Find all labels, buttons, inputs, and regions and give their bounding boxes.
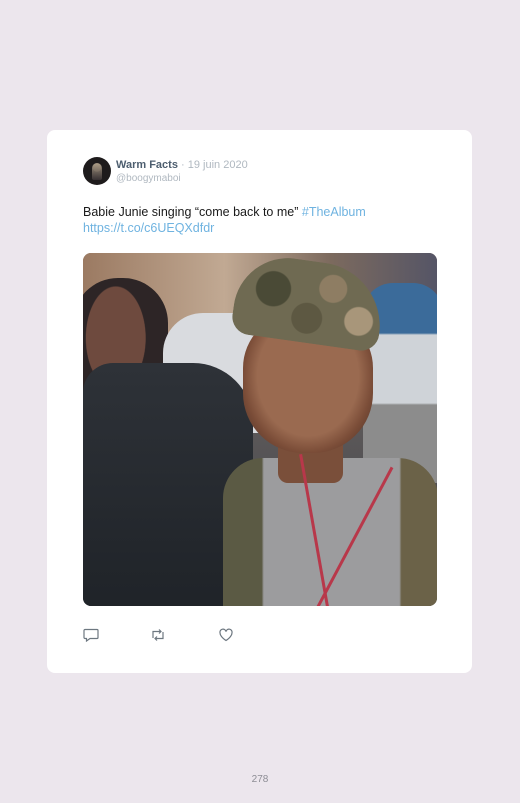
tweet-header: Warm Facts · 19 juin 2020 bbox=[116, 159, 248, 171]
tweet-date[interactable]: 19 juin 2020 bbox=[188, 159, 248, 171]
retweet-icon[interactable] bbox=[150, 628, 166, 642]
comment-icon[interactable] bbox=[83, 628, 99, 642]
tweet-link[interactable]: https://t.co/c6UEQXdfdr bbox=[83, 221, 214, 235]
separator: · bbox=[181, 159, 185, 171]
tweet-body: Babie Junie singing “come back to me” bbox=[83, 205, 302, 219]
tweet-text: Babie Junie singing “come back to me” #T… bbox=[83, 204, 443, 236]
tweet-media-image[interactable] bbox=[83, 253, 437, 606]
avatar[interactable] bbox=[83, 157, 111, 185]
page-number: 278 bbox=[251, 774, 269, 785]
handle[interactable]: @boogymaboi bbox=[116, 173, 181, 184]
hashtag-link[interactable]: #TheAlbum bbox=[302, 205, 366, 219]
tweet-card: Warm Facts · 19 juin 2020 @boogymaboi Ba… bbox=[47, 130, 472, 673]
display-name[interactable]: Warm Facts bbox=[116, 159, 178, 171]
heart-icon[interactable] bbox=[218, 628, 234, 642]
